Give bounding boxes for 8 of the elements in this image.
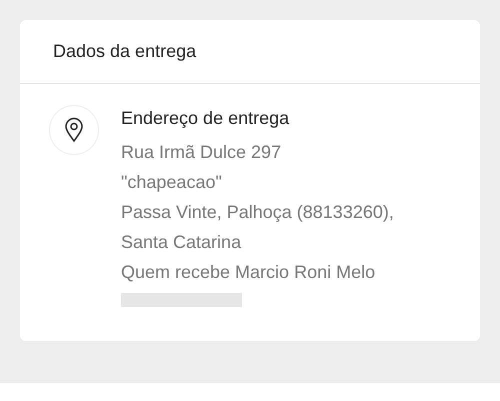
address-line: Rua Irmã Dulce 297 bbox=[121, 141, 282, 164]
address-line: Passa Vinte, Palhoça (88133260), bbox=[121, 201, 394, 224]
card-title: Dados da entrega bbox=[53, 41, 196, 62]
address-heading: Endereço de entrega bbox=[121, 107, 290, 130]
address-line: Quem recebe Marcio Roni Melo bbox=[121, 261, 376, 284]
address-line: Santa Catarina bbox=[121, 231, 242, 254]
address-line: "chapeacao" bbox=[121, 171, 222, 194]
location-pin-icon bbox=[49, 105, 99, 155]
